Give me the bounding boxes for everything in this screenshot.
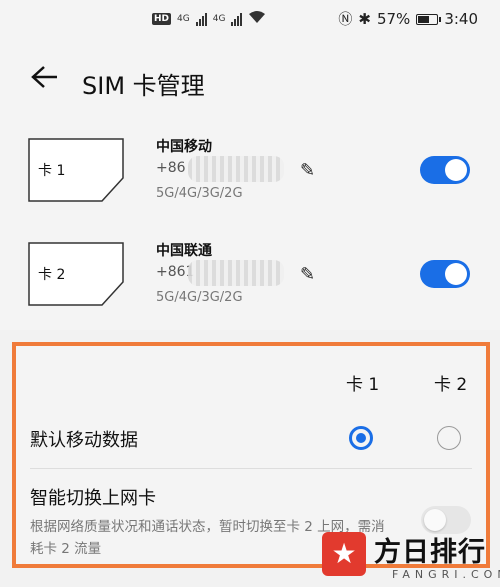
clock: 3:40	[444, 10, 478, 28]
status-right: Ⓝ ✱ 57% 3:40	[338, 9, 478, 29]
nfc-icon: Ⓝ	[338, 12, 353, 28]
edit-pencil-icon[interactable]: ✎	[300, 264, 315, 285]
sim-carrier: 中国联通	[156, 243, 212, 259]
back-arrow-icon[interactable]	[30, 62, 58, 97]
page-header: SIM 卡管理	[0, 40, 500, 120]
divider	[30, 468, 472, 469]
status-bar: HD 4G 4G Ⓝ ✱ 57% 3:40	[0, 0, 500, 40]
sim-enable-toggle[interactable]	[420, 156, 470, 184]
column-header-sim2: 卡 2	[434, 375, 468, 395]
sim-enable-toggle[interactable]	[420, 260, 470, 288]
default-mobile-data-label: 默认移动数据	[30, 430, 138, 451]
sim2-network-label: 4G	[212, 14, 226, 24]
sim-card-label: 卡 2	[38, 267, 66, 283]
sim-row-2: 卡 2 中国联通 +861 5G/4G/3G/2G ✎	[0, 224, 500, 324]
sim1-network-label: 4G	[177, 14, 190, 24]
sim-number: +86	[156, 160, 186, 176]
sim-card-list: 卡 1 中国移动 +86 5G/4G/3G/2G ✎ 卡 2 中国联通 +861…	[0, 120, 500, 330]
battery-icon	[416, 13, 442, 25]
default-data-radio-sim1[interactable]	[349, 426, 373, 450]
sim-row-1: 卡 1 中国移动 +86 5G/4G/3G/2G ✎	[0, 120, 500, 220]
sim-card-label: 卡 1	[38, 163, 66, 179]
sim-network-types: 5G/4G/3G/2G	[156, 186, 243, 201]
battery-percent: 57%	[376, 10, 411, 28]
column-header-sim1: 卡 1	[346, 375, 380, 395]
number-blur	[188, 260, 284, 286]
signal-icon	[195, 12, 207, 26]
edit-pencil-icon[interactable]: ✎	[300, 160, 315, 181]
signal-icon-2	[231, 12, 243, 26]
wifi-icon	[248, 10, 266, 28]
page-title: SIM 卡管理	[82, 72, 205, 100]
status-left: HD 4G 4G	[152, 10, 266, 28]
star-logo-icon: ★	[322, 532, 366, 576]
hd-badge: HD	[152, 13, 172, 25]
bluetooth-icon: ✱	[358, 10, 371, 28]
default-data-radio-sim2[interactable]	[437, 426, 461, 450]
smart-switch-label: 智能切换上网卡	[30, 488, 156, 509]
sim-network-types: 5G/4G/3G/2G	[156, 290, 243, 305]
watermark-logo: ★ 方日排行 FANGRI.COM	[318, 530, 500, 587]
watermark-en: FANGRI.COM	[392, 568, 500, 581]
sim-carrier: 中国移动	[156, 139, 212, 155]
number-blur	[188, 156, 284, 182]
watermark-cn: 方日排行	[374, 537, 486, 568]
